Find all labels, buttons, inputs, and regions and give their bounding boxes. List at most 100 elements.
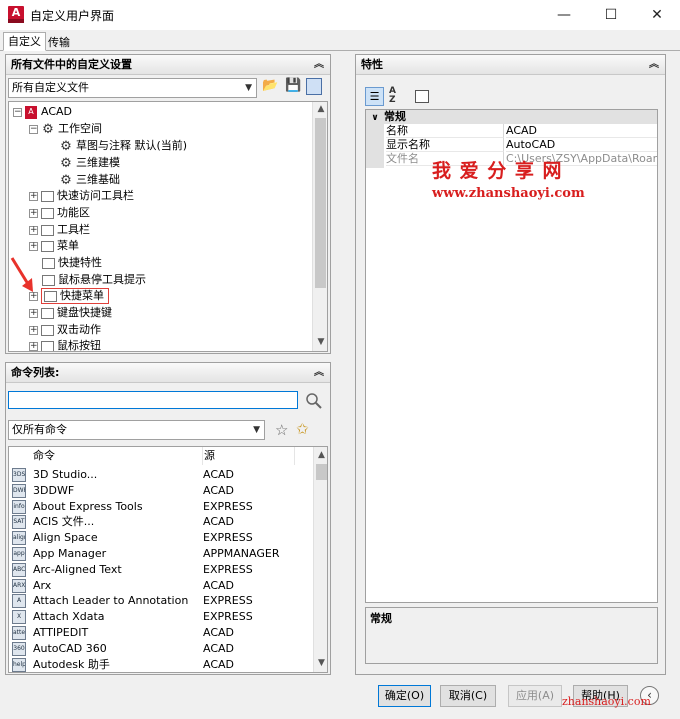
command-row[interactable]: 360 AutoCAD 360 ACAD [9, 641, 313, 657]
collapse-node-icon[interactable]: − [13, 107, 22, 117]
tab-transfer[interactable]: 传输 [44, 34, 74, 53]
close-button[interactable]: ✕ [634, 0, 680, 30]
property-value[interactable]: ACAD [506, 124, 657, 138]
chevron-down-icon[interactable]: ∨ [366, 111, 384, 125]
collapse-icon[interactable]: ︽ [314, 363, 324, 383]
expand-node-icon[interactable]: + [29, 225, 38, 235]
command-icon: info [12, 499, 26, 514]
tab-strip [0, 30, 680, 51]
command-scrollbar[interactable]: ▲ ▼ [313, 447, 327, 672]
command-row[interactable]: DWF 3DDWF ACAD [9, 483, 313, 499]
toolbar-icon [41, 190, 54, 202]
watermark-url: www.zhanshaoyi.com [432, 186, 585, 201]
open-file-icon[interactable]: 📂 [262, 78, 279, 96]
command-row[interactable]: app App Manager APPMANAGER [9, 546, 313, 562]
tree-node-quick-properties[interactable]: 快捷特性 [42, 254, 102, 271]
tree-scrollbar[interactable]: ▲ ▼ [312, 102, 327, 351]
property-row[interactable]: 名称 ACAD [366, 124, 657, 138]
customization-file-select[interactable]: 所有自定义文件 ▼ [8, 78, 257, 98]
property-row[interactable]: 显示名称 AutoCAD [366, 138, 657, 152]
command-row[interactable]: ARX Arx ACAD [9, 578, 313, 594]
star-outline-icon[interactable]: ☆ [275, 421, 288, 439]
command-icon: attedit [12, 626, 26, 640]
scroll-thumb[interactable] [315, 118, 326, 288]
search-icon[interactable] [305, 392, 323, 410]
command-row[interactable]: help Autodesk 助手 ACAD [9, 657, 313, 672]
tree-node-quick-access-toolbar[interactable]: + 快速访问工具栏 [29, 187, 134, 204]
chevron-down-icon: ▼ [245, 83, 252, 93]
command-source: ACAD [203, 657, 235, 671]
property-category-row[interactable]: ∨ 常规 [366, 110, 657, 124]
ok-button[interactable]: 确定(O) [378, 685, 431, 707]
command-filter-value: 仅所有命令 [12, 423, 67, 436]
workspace-gear-icon: ⚙ [42, 121, 54, 137]
command-row[interactable]: X Attach Xdata EXPRESS [9, 609, 313, 625]
tree-node-workspace-3d-basics[interactable]: ⚙ 三维基础 [59, 171, 120, 188]
scroll-up-icon[interactable]: ▲ [313, 104, 327, 114]
collapse-node-icon[interactable]: − [29, 124, 38, 134]
property-label: 显示名称 [386, 138, 504, 152]
command-row[interactable]: 3DS 3D Studio... ACAD [9, 467, 313, 483]
command-row[interactable]: info About Express Tools EXPRESS [9, 499, 313, 515]
maximize-button[interactable]: ☐ [588, 0, 634, 30]
command-source: ACAD [203, 626, 235, 639]
alphabetical-sort-icon[interactable]: AZ [389, 87, 405, 106]
expand-node-icon[interactable]: + [29, 308, 38, 318]
tree-node-keyboard-shortcuts[interactable]: + 键盘快捷键 [29, 304, 112, 321]
new-command-star-icon[interactable]: ✩ [296, 420, 309, 438]
tree-node-workspaces[interactable]: − ⚙ 工作空间 [29, 120, 102, 137]
tree-node-ribbon[interactable]: + 功能区 [29, 204, 90, 221]
command-row[interactable]: A Attach Leader to Annotation EXPRESS [9, 593, 313, 609]
command-filter-select[interactable]: 仅所有命令 ▼ [8, 420, 265, 440]
command-row[interactable]: attedit ATTIPEDIT ACAD [9, 625, 313, 641]
expand-node-icon[interactable]: + [29, 208, 38, 218]
command-icon: DWF [12, 483, 26, 498]
tree-node-workspace-drafting[interactable]: ⚙ 草图与注释 默认(当前) [59, 137, 187, 154]
tree-node-label: 快速访问工具栏 [57, 189, 134, 202]
scroll-down-icon[interactable]: ▼ [313, 337, 327, 347]
toolbar-icon [41, 224, 54, 236]
categorized-view-icon[interactable]: ☰ [365, 87, 384, 106]
tree-node-double-click-actions[interactable]: + 双击动作 [29, 321, 101, 338]
cancel-button[interactable]: 取消(C) [440, 685, 496, 707]
customization-tool-icon[interactable] [306, 78, 322, 95]
scroll-up-icon[interactable]: ▲ [314, 450, 327, 460]
command-table: 命令 源 3DS 3D Studio... ACAD DWF 3DDWF ACAD info… [8, 446, 328, 673]
minimize-button[interactable]: — [541, 0, 587, 30]
command-row[interactable]: ABC Arc-Aligned Text EXPRESS [9, 562, 313, 578]
command-name: Attach Leader to Annotation [33, 594, 189, 608]
tree-node-label: 键盘快捷键 [57, 306, 112, 319]
command-source: ACAD [203, 468, 235, 481]
title-bar: A 自定义用户界面 — ☐ ✕ [0, 0, 680, 30]
tree-node-label: 工作空间 [58, 122, 102, 135]
tree-node-mouse-buttons[interactable]: + 鼠标按钮 [29, 337, 101, 351]
tree-node-menus[interactable]: + 菜单 [29, 237, 79, 254]
collapse-icon[interactable]: ︽ [649, 55, 659, 75]
command-name: ATTIPEDIT [33, 626, 89, 639]
apply-button[interactable]: 应用(A) [508, 685, 562, 707]
expand-node-icon[interactable]: + [29, 325, 38, 335]
tab-customize[interactable]: 自定义 [3, 32, 46, 51]
expand-node-icon[interactable]: + [29, 341, 38, 351]
property-pages-icon[interactable] [415, 90, 429, 103]
expand-node-icon[interactable]: + [29, 241, 38, 251]
expand-node-icon[interactable]: + [29, 191, 38, 201]
command-name: About Express Tools [33, 499, 143, 513]
collapse-icon[interactable]: ︽ [314, 55, 324, 75]
column-header-command[interactable]: 命令 [9, 447, 203, 465]
save-icon[interactable]: 💾 [285, 78, 301, 96]
tree-node-shortcut-menus[interactable]: + 快捷菜单 [29, 287, 109, 304]
command-search-input[interactable] [8, 391, 298, 409]
command-row[interactable]: align Align Space EXPRESS [9, 530, 313, 546]
property-value[interactable]: AutoCAD [506, 138, 657, 152]
watermark-corner: zhanshaoyi.com [562, 695, 651, 708]
tree-node-rollover-tooltips[interactable]: 鼠标悬停工具提示 [42, 271, 146, 288]
tree-node-acad[interactable]: − A ACAD [13, 103, 72, 120]
scroll-down-icon[interactable]: ▼ [314, 658, 327, 668]
column-header-source[interactable]: 源 [203, 447, 295, 465]
command-row[interactable]: SAT ACIS 文件... ACAD [9, 514, 313, 530]
scroll-thumb[interactable] [316, 464, 327, 480]
tree-node-toolbars[interactable]: + 工具栏 [29, 221, 90, 238]
command-name: 3D Studio... [33, 468, 98, 481]
tree-node-workspace-3d-modeling[interactable]: ⚙ 三维建模 [59, 154, 120, 171]
